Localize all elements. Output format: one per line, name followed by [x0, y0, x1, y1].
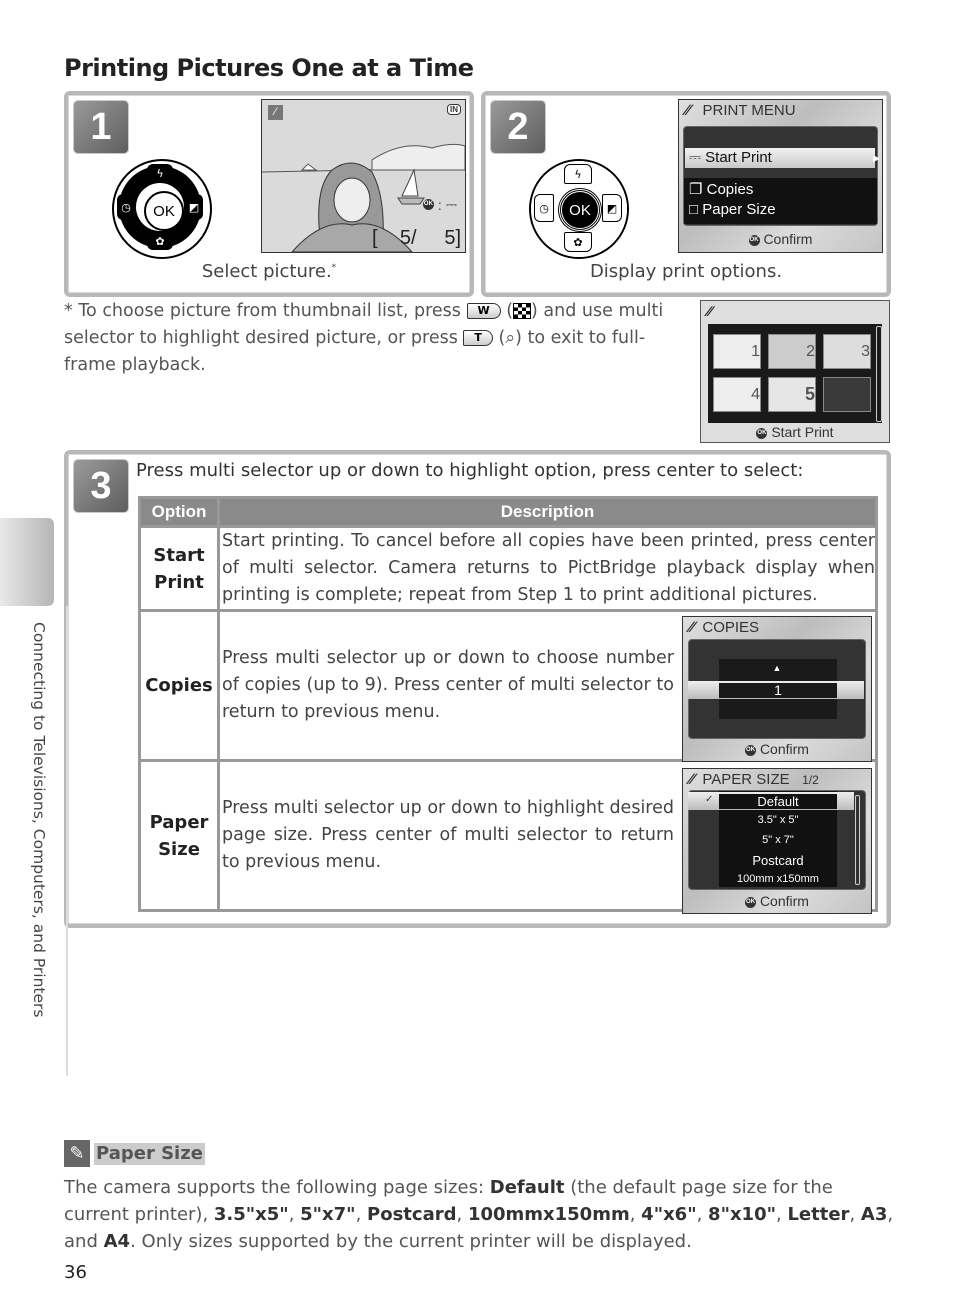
option-name: Start Print [138, 525, 220, 612]
paper-option[interactable]: Postcard [719, 853, 837, 868]
thumbnail[interactable]: 1 [713, 334, 761, 369]
paper-icon: □ [689, 201, 699, 218]
camera-screen-thumbnails: ∕∕ 1 2 3 4 5 OK Start Print [700, 300, 890, 443]
thumbnail-empty [823, 377, 871, 412]
camera-screen-playback: ∕ IN OK : ⎓ [ 5/ 5] [261, 99, 466, 253]
print-icon: ⎓ [689, 149, 701, 166]
thumbnail-selected[interactable]: 5 [768, 377, 816, 412]
pictbridge-icon: ∕ [268, 105, 283, 120]
option-name: Paper Size [138, 759, 220, 912]
multi-selector: ϟ ✿ ◷ ◩ OK [112, 159, 212, 259]
copies-icon: ❐ [689, 181, 703, 198]
paper-option-selected[interactable]: Default [719, 794, 837, 809]
paper-option[interactable]: 5" x 7" [719, 834, 837, 846]
print-icon: ⎓ [445, 196, 457, 212]
ok-badge-icon: OK [748, 234, 760, 246]
scrollbar[interactable] [855, 795, 860, 885]
step-1-caption: Select picture.* [201, 261, 337, 282]
camera-screen-print-menu: ∕∕ PRINT MENU ⎓ Start Print ▶ ❐ Copies □… [678, 99, 883, 253]
option-description: Start printing. To cancel before all cop… [217, 525, 878, 612]
step-2-caption: Display print options. [589, 261, 783, 282]
exposure-comp-icon: ◩ [185, 194, 203, 220]
ok-badge-icon: OK [745, 896, 757, 908]
memory-badge: IN [447, 104, 461, 115]
ok-badge-icon: OK [745, 744, 757, 756]
pictbridge-icon: ∕∕ [685, 102, 691, 119]
copies-value[interactable]: 1 [719, 683, 837, 698]
ok-badge-icon: OK [756, 427, 768, 439]
tip-body: The camera supports the following page s… [64, 1177, 894, 1252]
pictbridge-icon: ∕∕ [689, 619, 695, 636]
flash-icon: ϟ [147, 164, 173, 182]
checkmark-icon: ✓ [705, 794, 714, 805]
zoom-w-button-icon: W [466, 303, 501, 319]
tip-heading: ✎ Paper Size [64, 1140, 205, 1167]
arrow-up-icon: ▲ [772, 663, 782, 673]
menu-item-paper-size[interactable]: □ Paper Size [689, 200, 776, 220]
step-1-number: 1 [74, 101, 128, 153]
zoom-t-button-icon: T [463, 330, 493, 346]
scrollbar[interactable] [876, 326, 882, 422]
step-1-panel: 1 ϟ ✿ ◷ ◩ OK ∕ IN OK : ⎓ [ 5/ 5] Select … [64, 91, 474, 297]
macro-icon: ✿ [564, 232, 592, 252]
paper-option[interactable]: 3.5" x 5" [719, 814, 837, 826]
ok-button: OK [559, 189, 601, 231]
pictbridge-icon: ∕∕ [689, 771, 695, 788]
chapter-tab[interactable] [0, 518, 54, 606]
tip-title: Paper Size [94, 1142, 205, 1165]
menu-item-copies[interactable]: ❐ Copies [689, 180, 753, 200]
confirm-label: Confirm [759, 893, 809, 909]
thumbnail[interactable]: 3 [823, 334, 871, 369]
thumbnail-icon [513, 303, 532, 319]
macro-icon: ✿ [147, 232, 173, 250]
frame-counter: [ 5/ 5] [372, 227, 461, 249]
table-row: Start Print Start printing. To cancel be… [138, 525, 878, 612]
camera-screen-paper-size: ∕∕ PAPER SIZE 1/2 ✓ Default 3.5" x 5" 5"… [682, 768, 872, 914]
ok-button: OK [144, 191, 184, 231]
step-3-number: 3 [74, 460, 128, 512]
column-header-description: Description [217, 496, 878, 528]
side-divider [66, 606, 68, 1076]
self-timer-icon: ◷ [117, 194, 135, 220]
camera-screen-copies: ∕∕ COPIES ▲ 1 OK Confirm [682, 616, 872, 762]
footnote: * To choose picture from thumbnail list,… [64, 301, 664, 375]
playback-zoom-icon: ⌕ [505, 328, 516, 348]
thumbnail[interactable]: 4 [713, 377, 761, 412]
step-2-number: 2 [491, 101, 545, 153]
self-timer-icon: ◷ [534, 194, 554, 222]
exposure-comp-icon: ◩ [602, 194, 622, 222]
step-3-instruction: Press multi selector up or down to highl… [136, 460, 804, 481]
confirm-label: Confirm [759, 741, 809, 757]
multi-selector: ϟ ✿ ◷ ◩ OK [529, 159, 629, 259]
thumbnail[interactable]: 2 [768, 334, 816, 369]
paper-option[interactable]: 100mm x150mm [719, 873, 837, 885]
chevron-right-icon: ▶ [873, 153, 880, 163]
page-title: Printing Pictures One at a Time [64, 54, 474, 82]
menu-item-start-print[interactable]: ⎓ Start Print [685, 148, 875, 168]
confirm-label: Confirm [763, 231, 813, 247]
thumbnail-grid: 1 2 3 4 5 [713, 334, 871, 412]
column-header-option: Option [138, 496, 220, 528]
pictbridge-icon: ∕∕ [707, 303, 712, 319]
start-print-label: Start Print [771, 424, 834, 440]
page-number: 36 [64, 1262, 87, 1283]
chapter-label: Connecting to Televisions, Computers, an… [30, 622, 48, 1018]
step-2-panel: 2 ϟ ✿ ◷ ◩ OK ∕∕ PRINT MENU ⎓ Start Print… [481, 91, 891, 297]
step-3-panel: 3 Press multi selector up or down to hig… [64, 450, 891, 928]
pencil-note-icon: ✎ [64, 1140, 90, 1167]
flash-icon: ϟ [564, 164, 592, 184]
ok-badge: OK [422, 199, 434, 210]
option-name: Copies [138, 609, 220, 762]
